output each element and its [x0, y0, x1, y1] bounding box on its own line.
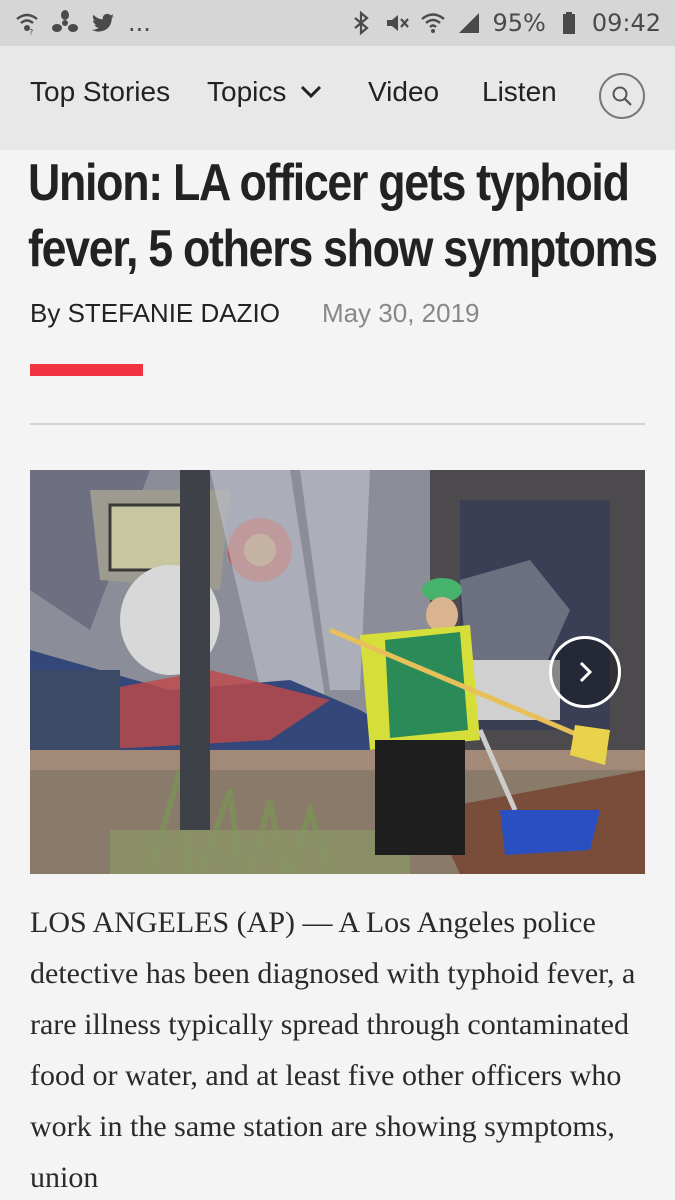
- clock: 09:42: [591, 9, 661, 37]
- battery-icon: [556, 10, 582, 36]
- battery-percent: 95%: [492, 9, 546, 37]
- nav-top-stories[interactable]: Top Stories: [30, 76, 170, 108]
- publish-date: May 30, 2019: [321, 298, 480, 328]
- chevron-right-icon: [579, 661, 593, 683]
- twitter-icon: [90, 10, 116, 36]
- nav-topics[interactable]: Topics: [207, 76, 322, 108]
- status-ellipsis: ...: [128, 9, 151, 37]
- search-button[interactable]: [599, 73, 645, 119]
- status-bar: ? ... 95% 09:42: [0, 0, 675, 46]
- nav-video[interactable]: Video: [368, 76, 439, 108]
- nav-topics-label: Topics: [207, 76, 287, 107]
- article-photo[interactable]: [30, 470, 645, 874]
- byline: By STEFANIE DAZIO May 30, 2019: [30, 298, 480, 329]
- accent-rule: [30, 364, 143, 376]
- nav-bar: Top Stories Topics Video Listen: [0, 46, 675, 150]
- article-body: LOS ANGELES (AP) — A Los Angeles police …: [30, 906, 636, 1194]
- nav-listen[interactable]: Listen: [482, 76, 557, 108]
- author-link[interactable]: By STEFANIE DAZIO: [30, 298, 280, 329]
- article-headline: Union: LA officer gets typhoid fever, 5 …: [28, 154, 658, 278]
- wifi-hotspot-icon: ?: [14, 10, 40, 36]
- search-icon: [612, 86, 632, 106]
- status-left: ? ...: [14, 9, 151, 37]
- status-right: 95% 09:42: [348, 9, 661, 37]
- pinwheel-icon: [52, 10, 78, 36]
- next-photo-button[interactable]: [549, 636, 621, 708]
- bluetooth-icon: [348, 10, 374, 36]
- svg-text:?: ?: [29, 28, 33, 36]
- divider: [30, 423, 645, 425]
- chevron-down-icon: [301, 85, 322, 99]
- signal-icon: [456, 10, 482, 36]
- mute-icon: [384, 10, 410, 36]
- wifi-icon: [420, 10, 446, 36]
